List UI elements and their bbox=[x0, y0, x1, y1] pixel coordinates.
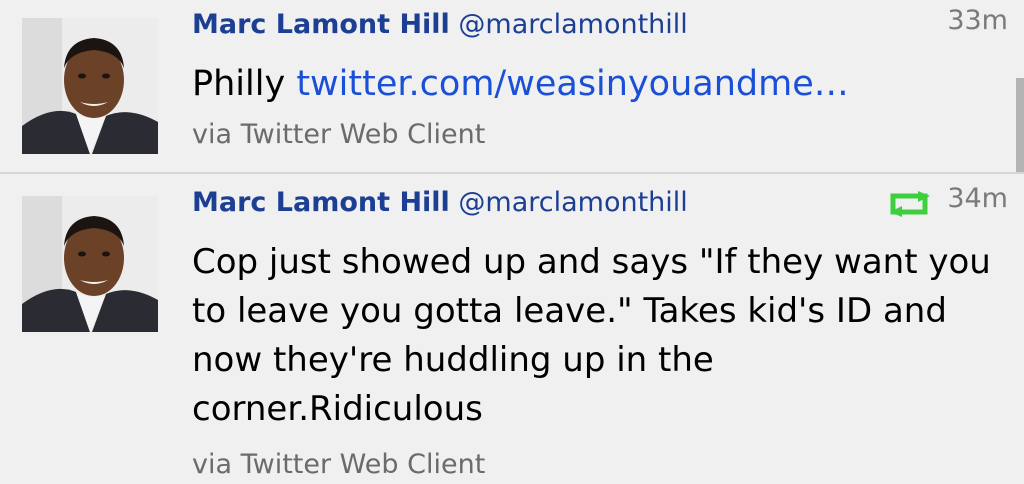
author-name[interactable]: Marc Lamont Hill bbox=[192, 9, 450, 40]
author-handle[interactable]: @marclamonthill bbox=[458, 187, 687, 218]
tweet-item[interactable]: Marc Lamont Hill @marclamonthill 34m Cop… bbox=[0, 174, 1024, 484]
author-handle[interactable]: @marclamonthill bbox=[458, 9, 687, 40]
author-avatar[interactable] bbox=[22, 18, 158, 154]
tweet-text: Cop just showed up and says "If they wan… bbox=[192, 242, 991, 429]
scrollbar[interactable] bbox=[1016, 78, 1024, 172]
author-avatar[interactable] bbox=[22, 196, 158, 332]
tweet-author[interactable]: Marc Lamont Hill @marclamonthill bbox=[192, 8, 688, 42]
tweet-timestamp: 34m bbox=[947, 183, 1008, 214]
tweet-timeline: Marc Lamont Hill @marclamonthill 33m Phi… bbox=[0, 0, 1024, 484]
tweet-source: via Twitter Web Client bbox=[192, 119, 486, 150]
tweet-author[interactable]: Marc Lamont Hill @marclamonthill bbox=[192, 186, 688, 220]
tweet-source: via Twitter Web Client bbox=[192, 449, 486, 480]
profile-photo-icon bbox=[22, 18, 158, 154]
author-name[interactable]: Marc Lamont Hill bbox=[192, 187, 450, 218]
tweet-text: Philly twitter.com/weasinyouandme… bbox=[192, 60, 1002, 108]
tweet-link[interactable]: twitter.com/weasinyouandme… bbox=[296, 64, 848, 104]
retweet-icon bbox=[890, 191, 930, 217]
tweet-text-prefix: Philly bbox=[192, 64, 297, 104]
tweet-timestamp: 33m bbox=[947, 5, 1008, 36]
tweet-item[interactable]: Marc Lamont Hill @marclamonthill 33m Phi… bbox=[0, 0, 1024, 172]
profile-photo-icon bbox=[22, 196, 158, 332]
